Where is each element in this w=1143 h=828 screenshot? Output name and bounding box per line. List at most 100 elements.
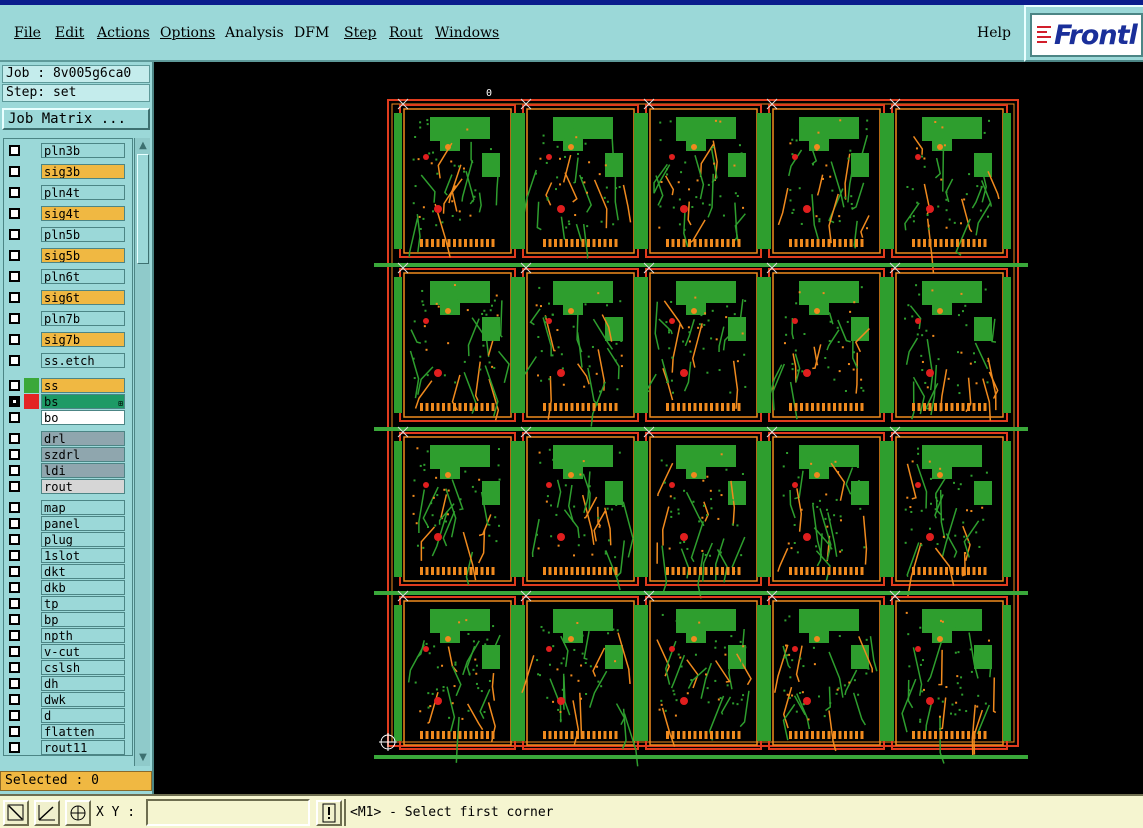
layer-row-sig3b[interactable]: sig3b: [7, 164, 125, 179]
layer-list-scrollbar[interactable]: ▲ ▼: [134, 138, 150, 766]
layer-color-swatch[interactable]: [24, 708, 39, 723]
layer-color-swatch[interactable]: [24, 227, 39, 242]
layer-color-swatch[interactable]: [24, 660, 39, 675]
layer-color-swatch[interactable]: [24, 564, 39, 579]
layer-color-swatch[interactable]: [24, 479, 39, 494]
layer-color-swatch[interactable]: [24, 431, 39, 446]
layer-row-rout11[interactable]: rout11: [7, 740, 125, 755]
layer-row-v-cut[interactable]: v-cut: [7, 644, 125, 659]
layer-name[interactable]: pln3b: [41, 143, 125, 158]
layer-name[interactable]: drl: [41, 431, 125, 446]
layer-checkbox[interactable]: [9, 694, 20, 705]
layer-color-swatch[interactable]: [24, 628, 39, 643]
layer-checkbox[interactable]: [9, 662, 20, 673]
layer-row-map[interactable]: map: [7, 500, 125, 515]
layer-color-swatch[interactable]: [24, 740, 39, 755]
layer-name[interactable]: pln5b: [41, 227, 125, 242]
layer-checkbox[interactable]: [9, 396, 20, 407]
layer-row-dkt[interactable]: dkt: [7, 564, 125, 579]
layer-name[interactable]: sig5b: [41, 248, 125, 263]
layer-color-swatch[interactable]: [24, 500, 39, 515]
layer-color-swatch[interactable]: [24, 311, 39, 326]
layer-color-swatch[interactable]: [24, 516, 39, 531]
layer-color-swatch[interactable]: [24, 290, 39, 305]
layer-row-szdrl[interactable]: szdrl: [7, 447, 125, 462]
layer-name[interactable]: rout11: [41, 740, 125, 755]
menu-analysis[interactable]: Analysis: [225, 25, 284, 41]
menu-step[interactable]: Step: [344, 25, 376, 41]
layer-row-panel[interactable]: panel: [7, 516, 125, 531]
layer-color-swatch[interactable]: [24, 596, 39, 611]
layer-color-swatch[interactable]: [24, 394, 39, 409]
layer-row-1slot[interactable]: 1slot: [7, 548, 125, 563]
layer-checkbox[interactable]: [9, 313, 20, 324]
layer-color-swatch[interactable]: [24, 248, 39, 263]
layer-row-dkb[interactable]: dkb: [7, 580, 125, 595]
layer-name[interactable]: ss.etch: [41, 353, 125, 368]
layer-checkbox[interactable]: [9, 166, 20, 177]
graphic-canvas[interactable]: 0: [156, 62, 1143, 794]
xy-input[interactable]: [146, 799, 310, 826]
layer-row-pln4t[interactable]: pln4t: [7, 185, 125, 200]
layer-checkbox[interactable]: [9, 433, 20, 444]
layer-color-swatch[interactable]: [24, 410, 39, 425]
layer-checkbox[interactable]: [9, 502, 20, 513]
layer-name[interactable]: sig3b: [41, 164, 125, 179]
menu-dfm[interactable]: DFM: [294, 25, 329, 41]
layer-row-flatten[interactable]: flatten: [7, 724, 125, 739]
layer-checkbox[interactable]: [9, 380, 20, 391]
job-matrix-button[interactable]: Job Matrix ...: [2, 108, 150, 130]
layer-checkbox[interactable]: [9, 208, 20, 219]
layer-row-pln7b[interactable]: pln7b: [7, 311, 125, 326]
layer-checkbox[interactable]: [9, 465, 20, 476]
layer-name[interactable]: pln6t: [41, 269, 125, 284]
layer-color-swatch[interactable]: [24, 206, 39, 221]
layer-name[interactable]: tp: [41, 596, 125, 611]
layer-row-bp[interactable]: bp: [7, 612, 125, 627]
layer-row-ldi[interactable]: ldi: [7, 463, 125, 478]
layer-checkbox[interactable]: [9, 250, 20, 261]
layer-name[interactable]: rout: [41, 479, 125, 494]
menu-file[interactable]: File: [14, 25, 41, 41]
layer-name[interactable]: sig7b: [41, 332, 125, 347]
layer-name[interactable]: ss: [41, 378, 125, 393]
layer-color-swatch[interactable]: [24, 164, 39, 179]
layer-color-swatch[interactable]: [24, 612, 39, 627]
layer-name[interactable]: sig4t: [41, 206, 125, 221]
layer-name[interactable]: d: [41, 708, 125, 723]
layer-checkbox[interactable]: [9, 678, 20, 689]
layer-row-dh[interactable]: dh: [7, 676, 125, 691]
zoom-window-button[interactable]: [3, 800, 29, 826]
measure-button[interactable]: [34, 800, 60, 826]
layer-color-swatch[interactable]: [24, 580, 39, 595]
layer-row-cslsh[interactable]: cslsh: [7, 660, 125, 675]
layer-row-sig6t[interactable]: sig6t: [7, 290, 125, 305]
layer-name[interactable]: ldi: [41, 463, 125, 478]
layer-row-rout[interactable]: rout: [7, 479, 125, 494]
layer-name[interactable]: szdrl: [41, 447, 125, 462]
layer-name[interactable]: dkt: [41, 564, 125, 579]
layer-checkbox[interactable]: [9, 550, 20, 561]
layer-checkbox[interactable]: [9, 292, 20, 303]
layer-color-swatch[interactable]: [24, 332, 39, 347]
layer-color-swatch[interactable]: [24, 447, 39, 462]
layer-color-swatch[interactable]: [24, 185, 39, 200]
layer-name[interactable]: bp: [41, 612, 125, 627]
layer-name[interactable]: dh: [41, 676, 125, 691]
layer-color-swatch[interactable]: [24, 644, 39, 659]
layer-checkbox[interactable]: [9, 582, 20, 593]
layer-checkbox[interactable]: [9, 710, 20, 721]
layer-row-ss.etch[interactable]: ss.etch: [7, 353, 125, 368]
layer-name[interactable]: 1slot: [41, 548, 125, 563]
layer-row-pln6t[interactable]: pln6t: [7, 269, 125, 284]
menu-windows[interactable]: Windows: [435, 25, 499, 41]
layer-name[interactable]: dwk: [41, 692, 125, 707]
menu-help[interactable]: Help: [977, 25, 1011, 41]
layer-checkbox[interactable]: [9, 449, 20, 460]
layer-row-pln3b[interactable]: pln3b: [7, 143, 125, 158]
layer-row-d[interactable]: d: [7, 708, 125, 723]
layer-name[interactable]: flatten: [41, 724, 125, 739]
layer-checkbox[interactable]: [9, 614, 20, 625]
layer-row-tp[interactable]: tp: [7, 596, 125, 611]
layer-color-swatch[interactable]: [24, 692, 39, 707]
